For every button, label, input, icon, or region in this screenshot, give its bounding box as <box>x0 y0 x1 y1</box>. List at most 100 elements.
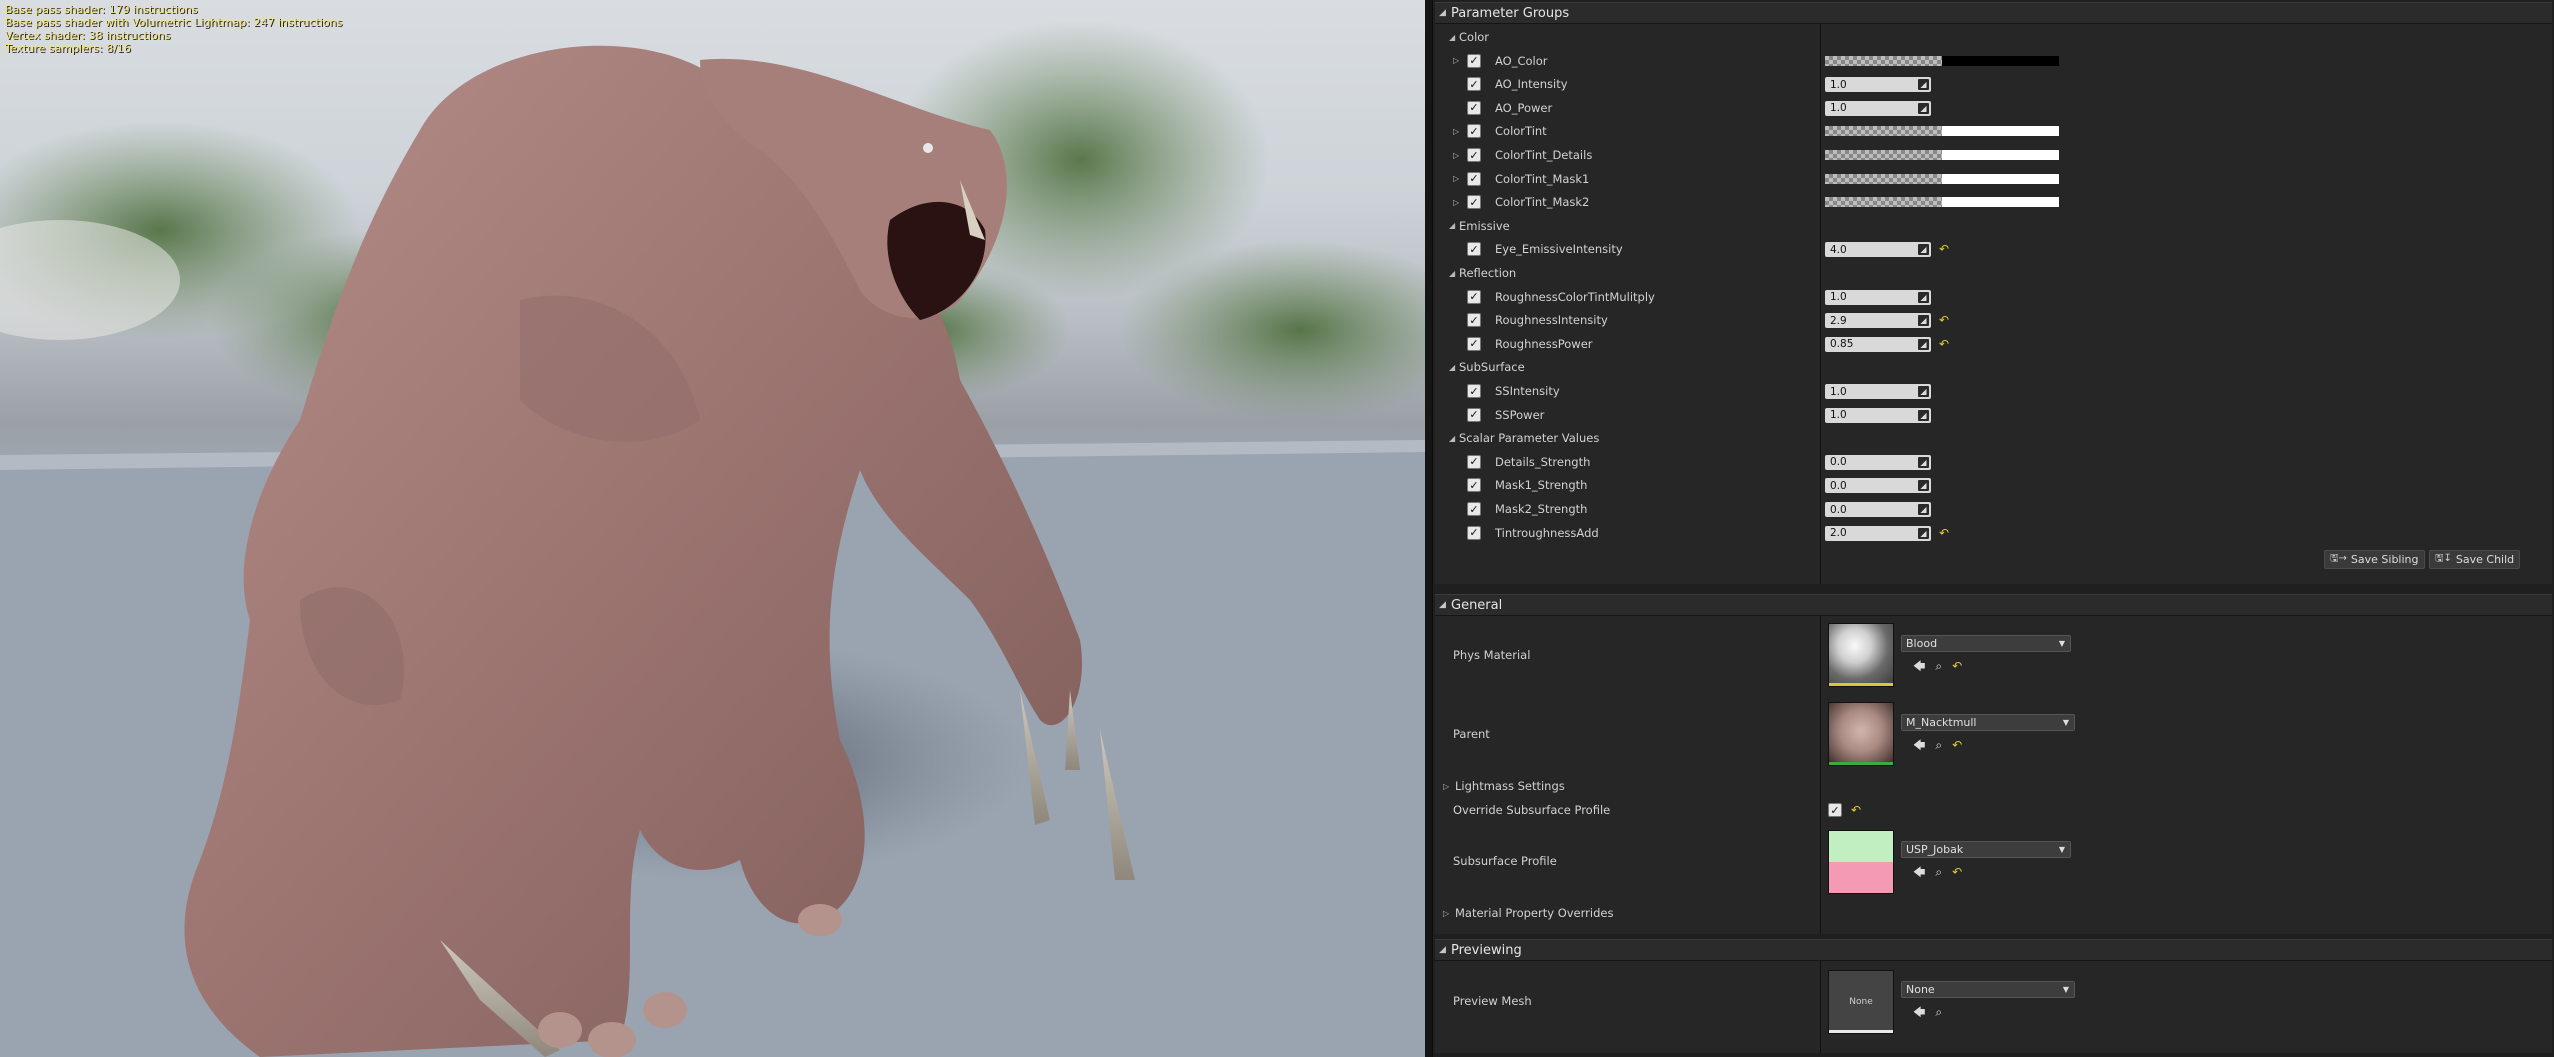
scalar-value: 0.0 <box>1830 503 1847 516</box>
color-swatch[interactable] <box>1825 197 2059 208</box>
parameter-group-header[interactable]: ◢ Scalar Parameter Values <box>1449 427 1599 449</box>
reset-to-default-icon[interactable]: ↶ <box>1939 526 1953 540</box>
scalar-value-input[interactable]: 0.0 ◢ <box>1825 502 1931 517</box>
parameter-enable-checkbox[interactable]: ✓ <box>1467 454 1481 469</box>
parent-combo[interactable]: M_Nacktmull ▼ <box>1901 714 2075 731</box>
scalar-value-input[interactable]: 2.0 ◢ <box>1825 525 1931 541</box>
drag-handle-icon[interactable]: ◢ <box>1918 291 1929 303</box>
reset-to-default-icon[interactable]: ↶ <box>1952 865 1962 879</box>
scalar-value-input[interactable]: 4.0 ◢ <box>1825 242 1931 258</box>
lightmass-settings-row[interactable]: ▷ Lightmass Settings <box>1443 777 1565 795</box>
dropdown-arrow-icon: ▼ <box>2062 985 2069 994</box>
parameter-name: ColorTint_Details <box>1495 148 1593 162</box>
color-swatch[interactable] <box>1825 126 2059 137</box>
browse-search-icon[interactable]: ⌕ <box>1935 659 1942 673</box>
drag-handle-icon[interactable]: ◢ <box>1918 527 1929 539</box>
reset-to-default-icon[interactable]: ↶ <box>1952 738 1962 752</box>
column-splitter[interactable] <box>1820 616 1821 934</box>
scalar-value-input[interactable]: 0.85 ◢ <box>1825 336 1931 352</box>
expand-triangle-icon[interactable]: ▷ <box>1453 191 1459 213</box>
drag-handle-icon[interactable]: ◢ <box>1918 102 1929 114</box>
reset-to-default-icon[interactable]: ↶ <box>1939 337 1953 351</box>
drag-handle-icon[interactable]: ◢ <box>1918 315 1929 327</box>
reset-to-default-icon[interactable]: ↶ <box>1939 242 1953 256</box>
browse-search-icon[interactable]: ⌕ <box>1935 738 1942 752</box>
scalar-value-input[interactable]: 1.0 ◢ <box>1825 77 1931 93</box>
scalar-value-input[interactable]: 0.0 ◢ <box>1825 478 1931 494</box>
parameter-enable-checkbox[interactable]: ✓ <box>1467 242 1481 257</box>
parameter-enable-checkbox[interactable]: ✓ <box>1467 525 1481 540</box>
general-header[interactable]: ◢ General <box>1435 594 2552 616</box>
use-selected-arrow-icon[interactable]: 🡄 <box>1913 865 1925 879</box>
scalar-value: 0.0 <box>1830 456 1847 469</box>
parameter-enable-checkbox[interactable]: ✓ <box>1467 502 1481 516</box>
expand-triangle-icon[interactable]: ▷ <box>1453 50 1459 72</box>
parameter-groups-header[interactable]: ◢ Parameter Groups <box>1435 2 2552 24</box>
reset-to-default-icon[interactable]: ↶ <box>1952 659 1962 673</box>
parent-thumbnail[interactable] <box>1828 702 1894 766</box>
expand-triangle-icon[interactable]: ▷ <box>1453 168 1459 190</box>
column-splitter[interactable] <box>1820 24 1821 584</box>
parameter-enable-checkbox[interactable]: ✓ <box>1467 148 1481 162</box>
parameter-enable-checkbox[interactable]: ✓ <box>1467 289 1481 304</box>
parameter-enable-checkbox[interactable]: ✓ <box>1467 313 1481 328</box>
expand-triangle-icon[interactable]: ▷ <box>1453 120 1459 142</box>
browse-search-icon[interactable]: ⌕ <box>1935 1005 1942 1019</box>
reset-to-default-icon[interactable]: ↶ <box>1851 803 1865 817</box>
preview-mesh-thumbnail[interactable]: None <box>1828 970 1894 1034</box>
parameter-group-header[interactable]: ◢ SubSurface <box>1449 356 1525 378</box>
drag-handle-icon[interactable]: ◢ <box>1918 244 1929 256</box>
browse-search-icon[interactable]: ⌕ <box>1935 865 1942 879</box>
subsurface-profile-thumbnail[interactable] <box>1828 830 1894 894</box>
material-property-overrides-row[interactable]: ▷ Material Property Overrides <box>1443 904 1613 922</box>
parameter-enable-checkbox[interactable]: ✓ <box>1467 384 1481 398</box>
scalar-value-input[interactable]: 2.9 ◢ <box>1825 313 1931 329</box>
parameter-group-header[interactable]: ◢ Color <box>1449 26 1489 48</box>
parameter-groups-title: Parameter Groups <box>1451 5 1570 21</box>
parameter-enable-checkbox[interactable]: ✓ <box>1467 124 1481 139</box>
override-subsurface-checkbox[interactable]: ✓ <box>1828 803 1842 817</box>
drag-handle-icon[interactable]: ◢ <box>1918 338 1929 350</box>
save-child-button[interactable]: 🖫↧ Save Child <box>2429 550 2521 569</box>
previewing-header[interactable]: ◢ Previewing <box>1435 939 2552 961</box>
scalar-value-input[interactable]: 1.0 ◢ <box>1825 384 1931 399</box>
use-selected-arrow-icon[interactable]: 🡄 <box>1913 738 1925 752</box>
use-selected-arrow-icon[interactable]: 🡄 <box>1913 659 1925 673</box>
parameter-enable-checkbox[interactable]: ✓ <box>1467 407 1481 422</box>
color-swatch[interactable] <box>1825 55 2059 66</box>
drag-handle-icon[interactable]: ◢ <box>1918 79 1929 91</box>
parameter-group-header[interactable]: ◢ Reflection <box>1449 262 1516 284</box>
scalar-value: 1.0 <box>1830 291 1847 304</box>
column-splitter[interactable] <box>1820 961 1821 1053</box>
reset-to-default-icon[interactable]: ↶ <box>1939 313 1953 327</box>
parameter-enable-checkbox[interactable]: ✓ <box>1467 53 1481 68</box>
drag-handle-icon[interactable]: ◢ <box>1918 480 1929 492</box>
material-preview-viewport[interactable]: Base pass shader: 179 instructions Base … <box>0 0 1425 1057</box>
scalar-value-input[interactable]: 1.0 ◢ <box>1825 407 1931 423</box>
phys-material-thumbnail[interactable] <box>1828 623 1894 687</box>
parameter-enable-checkbox[interactable]: ✓ <box>1467 171 1481 186</box>
scalar-value-input[interactable]: 1.0 ◢ <box>1825 100 1931 116</box>
phys-material-combo[interactable]: Blood ▼ <box>1901 635 2071 652</box>
parameter-name: RoughnessIntensity <box>1495 313 1608 328</box>
collapse-triangle-icon: ◢ <box>1439 600 1446 610</box>
preview-mesh-combo[interactable]: None ▼ <box>1901 981 2075 998</box>
color-swatch[interactable] <box>1825 150 2059 160</box>
parameter-enable-checkbox[interactable]: ✓ <box>1467 77 1481 92</box>
drag-handle-icon[interactable]: ◢ <box>1918 409 1929 421</box>
parameter-enable-checkbox[interactable]: ✓ <box>1467 478 1481 493</box>
drag-handle-icon[interactable]: ◢ <box>1918 456 1929 468</box>
expand-triangle-icon[interactable]: ▷ <box>1453 144 1459 166</box>
subsurface-profile-combo[interactable]: USP_Jobak ▼ <box>1901 841 2071 858</box>
scalar-value-input[interactable]: 0.0 ◢ <box>1825 454 1931 470</box>
drag-handle-icon[interactable]: ◢ <box>1918 386 1929 397</box>
parameter-enable-checkbox[interactable]: ✓ <box>1467 100 1481 115</box>
parameter-enable-checkbox[interactable]: ✓ <box>1467 195 1481 210</box>
parameter-enable-checkbox[interactable]: ✓ <box>1467 336 1481 351</box>
parameter-group-header[interactable]: ◢ Emissive <box>1449 215 1510 237</box>
use-selected-arrow-icon[interactable]: 🡄 <box>1913 1005 1925 1019</box>
color-swatch[interactable] <box>1825 173 2059 184</box>
drag-handle-icon[interactable]: ◢ <box>1918 504 1929 515</box>
save-sibling-button[interactable]: 🖫→ Save Sibling <box>2324 550 2425 569</box>
scalar-value-input[interactable]: 1.0 ◢ <box>1825 289 1931 305</box>
